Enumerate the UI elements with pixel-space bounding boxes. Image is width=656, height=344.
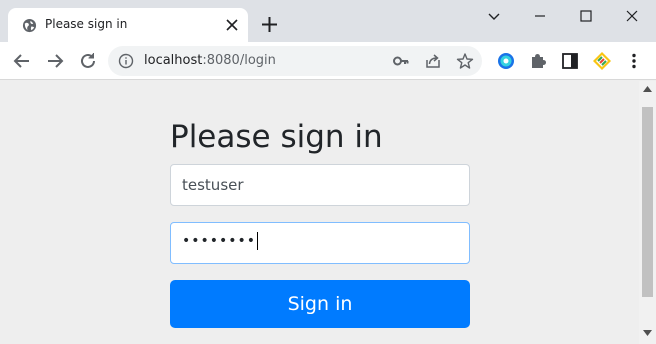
address-bar[interactable]: localhost:8080/login: [108, 46, 482, 76]
page-viewport: Please sign in testuser •••••••• Sign in: [0, 81, 656, 344]
share-icon[interactable]: [424, 52, 442, 70]
scroll-down-icon[interactable]: [643, 330, 652, 336]
tab-strip: Please sign in: [0, 0, 656, 42]
url-path: :8080/login: [202, 53, 276, 68]
url-text[interactable]: localhost:8080/login: [144, 53, 276, 68]
globe-icon: [22, 18, 37, 33]
browser-tab[interactable]: Please sign in: [8, 8, 248, 42]
more-vert-icon[interactable]: [624, 51, 644, 71]
text-caret: [257, 232, 259, 250]
reload-icon[interactable]: [78, 51, 98, 71]
puzzle-icon[interactable]: [528, 51, 548, 71]
chevron-down-icon[interactable]: [486, 8, 502, 24]
vertical-scrollbar[interactable]: [639, 81, 656, 344]
extension-circle-icon[interactable]: [496, 51, 516, 71]
password-masked-value: ••••••••: [182, 232, 259, 250]
info-icon[interactable]: [118, 53, 134, 69]
browser-toolbar: localhost:8080/login: [0, 42, 656, 80]
plus-icon[interactable]: [261, 16, 278, 33]
close-icon[interactable]: [624, 8, 640, 24]
page-title: Please sign in: [170, 119, 383, 155]
username-value: testuser: [182, 176, 244, 194]
sign-in-button[interactable]: Sign in: [170, 280, 470, 328]
scroll-up-icon[interactable]: [643, 86, 652, 92]
scrollbar-thumb[interactable]: [642, 107, 653, 297]
extension-diamond-icon[interactable]: [592, 51, 612, 71]
close-icon[interactable]: [226, 19, 238, 31]
minimize-icon[interactable]: [532, 8, 548, 24]
forward-arrow-icon[interactable]: [45, 51, 65, 71]
sidepanel-icon[interactable]: [560, 51, 580, 71]
maximize-icon[interactable]: [578, 8, 594, 24]
password-dots: ••••••••: [182, 233, 257, 249]
username-input[interactable]: testuser: [170, 164, 470, 206]
url-host: localhost: [144, 53, 203, 68]
tab-title: Please sign in: [45, 17, 128, 31]
key-icon[interactable]: [392, 52, 410, 70]
back-arrow-icon[interactable]: [12, 51, 32, 71]
password-input[interactable]: ••••••••: [170, 222, 470, 264]
star-icon[interactable]: [456, 52, 474, 70]
